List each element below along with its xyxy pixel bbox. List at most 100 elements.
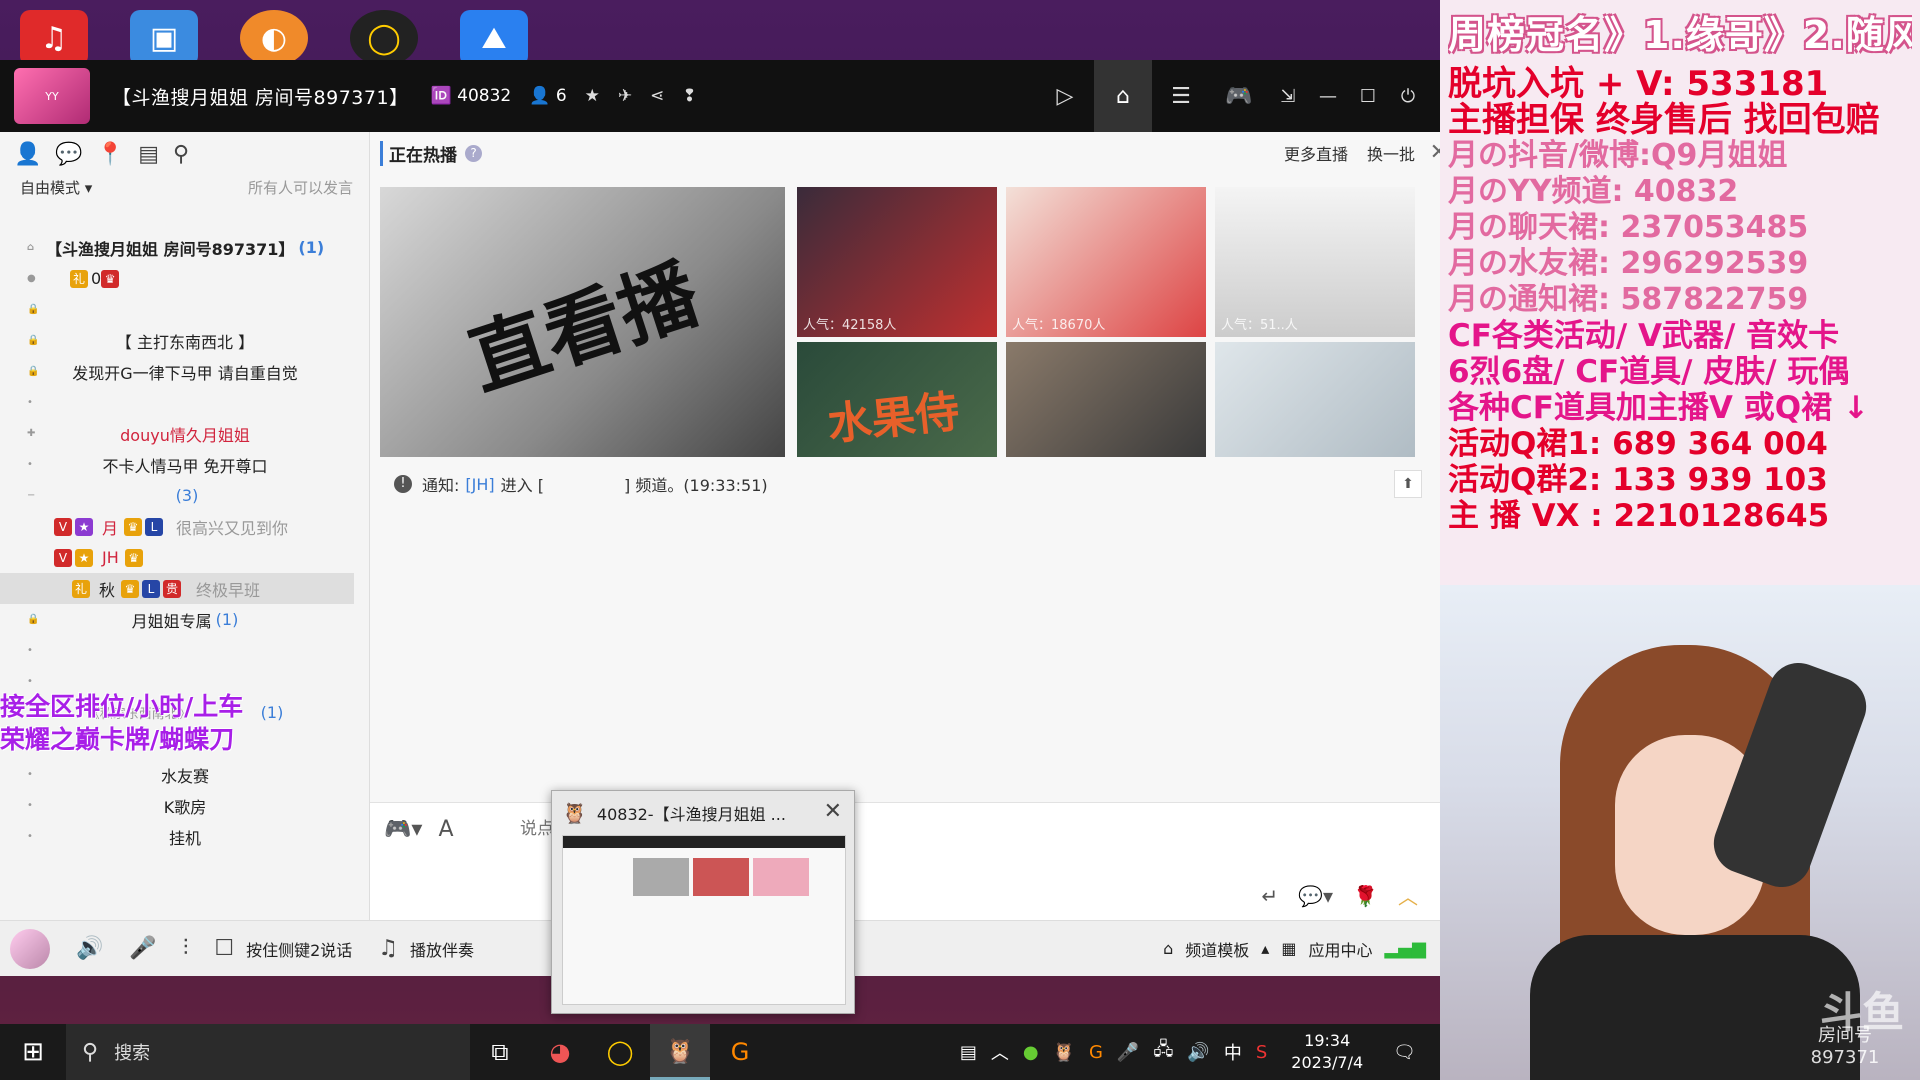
grid-icon[interactable]: ▦ — [1281, 939, 1296, 958]
preview-image[interactable] — [562, 835, 846, 1005]
sogou-icon[interactable]: S — [1256, 1042, 1267, 1063]
chevron-up-icon[interactable]: ▴ — [1261, 939, 1269, 958]
list-icon[interactable]: ☰ — [1152, 60, 1210, 132]
list-item[interactable]: • 挂机 — [0, 821, 370, 852]
tray-owl-icon[interactable]: 🦉 — [1053, 1042, 1075, 1063]
obs-icon[interactable]: ◯ — [590, 1024, 650, 1080]
browser-icon[interactable]: ◕ — [530, 1024, 590, 1080]
control-panel-desktop-icon[interactable]: ▣ — [130, 10, 198, 66]
app-icon[interactable]: G — [710, 1024, 770, 1080]
taskbar-search[interactable]: ⚲ 搜索 — [66, 1024, 470, 1080]
channel-template-button[interactable]: 频道模板 — [1185, 937, 1249, 961]
star-icon[interactable]: ★ — [585, 86, 600, 106]
room-id: 40832 — [457, 86, 512, 106]
user-icon: 👤 — [529, 86, 551, 106]
taskbar-thumbnail-preview[interactable]: 🦉 40832-【斗渔搜月姐姐 ... ✕ — [551, 790, 855, 1014]
member-row[interactable]: 礼 秋 ♛ L 贵 终极早班 — [0, 573, 354, 604]
flower-icon[interactable]: 🌹 — [1353, 884, 1378, 908]
member-row[interactable]: V ★ 月 ♛ L 很高兴又见到你 — [0, 511, 370, 542]
channel-root[interactable]: ⌂ 【斗渔搜月姐姐 房间号897371】 (1) — [0, 232, 370, 263]
microphone-icon[interactable]: 🎤 — [129, 936, 156, 961]
stream-thumbnail[interactable] — [1006, 342, 1206, 457]
network-icon[interactable]: 🖧 — [1153, 1037, 1173, 1067]
emoji-game-icon[interactable]: 🎮▾ — [384, 817, 422, 842]
featured-stream-thumbnail[interactable]: 直看播 — [380, 187, 785, 457]
list-item[interactable]: • — [0, 635, 370, 666]
scroll-up-button[interactable]: ⬆ — [1394, 470, 1422, 498]
speaker-icon[interactable]: 🔊 — [76, 936, 103, 961]
template-icon[interactable]: ⌂ — [1163, 939, 1173, 958]
member-row[interactable]: V ★ JH ♛ — [0, 542, 370, 573]
list-item[interactable]: 🔒 发现开G一律下马甲 请自重自觉 — [0, 356, 370, 387]
home-icon[interactable]: ⌂ — [1094, 60, 1152, 132]
app-center-button[interactable]: 应用中心 — [1308, 937, 1372, 961]
checkbox-icon[interactable]: ☐ — [214, 936, 234, 961]
ime-indicator[interactable]: 中 — [1224, 1039, 1242, 1065]
task-view-icon[interactable]: ⧉ — [470, 1024, 530, 1080]
avatar[interactable] — [10, 928, 50, 969]
help-icon[interactable]: ? — [465, 144, 482, 162]
alert-icon[interactable]: ❢ — [682, 86, 696, 106]
notification-icon[interactable]: 🗨 — [1393, 1042, 1416, 1063]
windows-start-icon[interactable]: ⊞ — [0, 1024, 66, 1080]
promo-line: 脱坑入坑 + V: 533181 — [1448, 64, 1829, 104]
maximize-icon[interactable]: ☐ — [1348, 60, 1388, 132]
mixer-icon[interactable]: ⫶ — [183, 936, 189, 961]
list-item[interactable]: • K歌房 — [0, 790, 370, 821]
stream-thumbnail[interactable]: 人气：51..人 — [1215, 187, 1415, 337]
list-item[interactable]: • — [0, 387, 370, 418]
list-item[interactable]: ● 礼 0 ♛ — [0, 263, 370, 294]
push-to-talk-label[interactable]: 按住侧键2说话 — [246, 937, 352, 961]
minimize-icon[interactable]: — — [1308, 60, 1348, 132]
list-item[interactable]: ✚ douyu情久月姐姐 — [0, 418, 370, 449]
chevron-up-icon[interactable]: ︿ — [991, 1039, 1009, 1065]
download-icon[interactable]: ⇲ — [1268, 60, 1308, 132]
swap-batch-link[interactable]: 换一批 — [1367, 141, 1415, 165]
stream-thumbnail[interactable]: 人气：42158人 — [797, 187, 997, 337]
share-icon[interactable]: ⋖ — [650, 86, 664, 106]
volume-icon[interactable]: 🔊 — [1187, 1042, 1209, 1063]
obs-desktop-icon[interactable]: ◯ — [350, 10, 418, 66]
list-item[interactable]: − (3) — [0, 480, 370, 511]
tray-g-icon[interactable]: G — [1089, 1042, 1103, 1063]
microphone-icon[interactable]: 🎤 — [1117, 1042, 1139, 1063]
list-item[interactable]: • 水友赛 — [0, 759, 370, 790]
promo-line: 6烈6盘/ CF道具/ 皮肤/ 玩偶 — [1448, 354, 1850, 390]
mode-select[interactable]: 自由模式 ▾ — [20, 177, 92, 198]
close-icon[interactable]: ✕ — [824, 799, 842, 824]
more-live-link[interactable]: 更多直播 — [1284, 141, 1348, 165]
news-icon[interactable]: ▤ — [960, 1042, 977, 1063]
notice-user[interactable]: [JH] — [465, 475, 494, 494]
clock[interactable]: 19:34 2023/7/4 — [1291, 1030, 1363, 1074]
list-item[interactable]: 🔒 月姐姐专属 (1) — [0, 604, 370, 635]
video-icon[interactable]: ▷ — [1036, 60, 1094, 132]
list-item[interactable]: • 不卡人情马甲 免开尊口 — [0, 449, 370, 480]
yy-taskbar-icon[interactable]: 🦉 — [650, 1024, 710, 1080]
music-note-icon[interactable]: ♫ — [378, 936, 398, 961]
chat-icon[interactable]: 💬 — [55, 142, 82, 167]
font-style-icon[interactable]: A — [438, 817, 453, 842]
plane-icon[interactable]: ✈ — [618, 86, 632, 106]
enter-icon[interactable]: ↵ — [1261, 884, 1278, 908]
stream-thumbnail[interactable] — [1215, 342, 1415, 457]
accompany-button[interactable]: 播放伴奏 — [410, 937, 474, 961]
chevron-up-icon[interactable]: ︿ — [1398, 881, 1418, 910]
stream-thumbnail[interactable]: 水果侍 — [797, 342, 997, 457]
user-icon[interactable]: 👤 — [14, 142, 41, 167]
list-item[interactable]: 🔒 【 主打东南西北 】 — [0, 325, 370, 356]
power-icon[interactable]: ⏻ — [1388, 60, 1428, 132]
list-item[interactable]: 🔒 — [0, 294, 370, 325]
channel-logo[interactable]: YY — [14, 68, 90, 124]
tray-app-icon[interactable]: ● — [1023, 1042, 1039, 1063]
speech-bubble-icon[interactable]: 💬▾ — [1298, 884, 1333, 908]
search-icon[interactable]: ⚲ — [173, 142, 189, 167]
netease-music-desktop-icon[interactable]: ♫ — [20, 10, 88, 66]
stream-thumbnail[interactable]: 人气：18670人 — [1006, 187, 1206, 337]
member-name: JH — [102, 548, 119, 567]
location-icon[interactable]: 📍 — [97, 142, 124, 167]
notes-icon[interactable]: ▤ — [138, 142, 159, 167]
app-desktop-icon[interactable]: ◐ — [240, 10, 308, 66]
photos-desktop-icon[interactable]: ⛰ — [460, 10, 528, 66]
promo-line: 主播担保 终身售后 找回包赔 — [1448, 100, 1880, 140]
gamepad-icon[interactable]: 🎮 — [1210, 60, 1268, 132]
